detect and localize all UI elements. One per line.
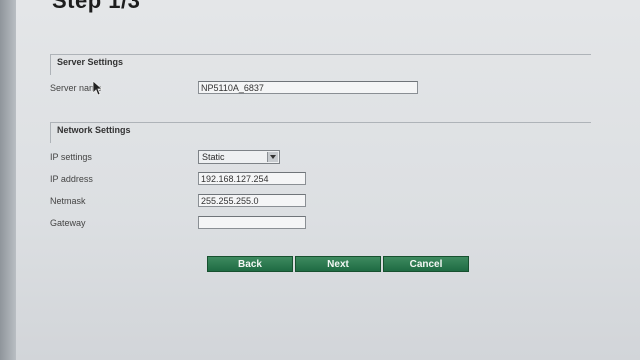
server-settings-section: Server Settings xyxy=(50,54,591,75)
ip-settings-label: IP settings xyxy=(50,152,92,162)
ip-settings-select[interactable]: Static xyxy=(198,150,280,164)
network-settings-title: Network Settings xyxy=(57,125,131,135)
ip-settings-value: Static xyxy=(202,152,225,162)
page-title: Step 1/3 xyxy=(52,0,141,13)
server-name-input[interactable]: NP5110A_6837 xyxy=(198,81,418,94)
ip-address-label: IP address xyxy=(50,174,93,184)
next-button[interactable]: Next xyxy=(295,256,381,272)
server-settings-title: Server Settings xyxy=(57,57,124,67)
gateway-input[interactable] xyxy=(198,216,306,229)
left-edge xyxy=(0,0,16,360)
netmask-label: Netmask xyxy=(50,196,86,206)
network-settings-section: Network Settings xyxy=(50,122,591,143)
back-button[interactable]: Back xyxy=(207,256,293,272)
netmask-input[interactable]: 255.255.255.0 xyxy=(198,194,306,207)
mouse-cursor-icon xyxy=(92,80,104,101)
gateway-label: Gateway xyxy=(50,218,86,228)
ip-address-input[interactable]: 192.168.127.254 xyxy=(198,172,306,185)
cancel-button[interactable]: Cancel xyxy=(383,256,469,272)
chevron-down-icon[interactable] xyxy=(267,152,278,162)
